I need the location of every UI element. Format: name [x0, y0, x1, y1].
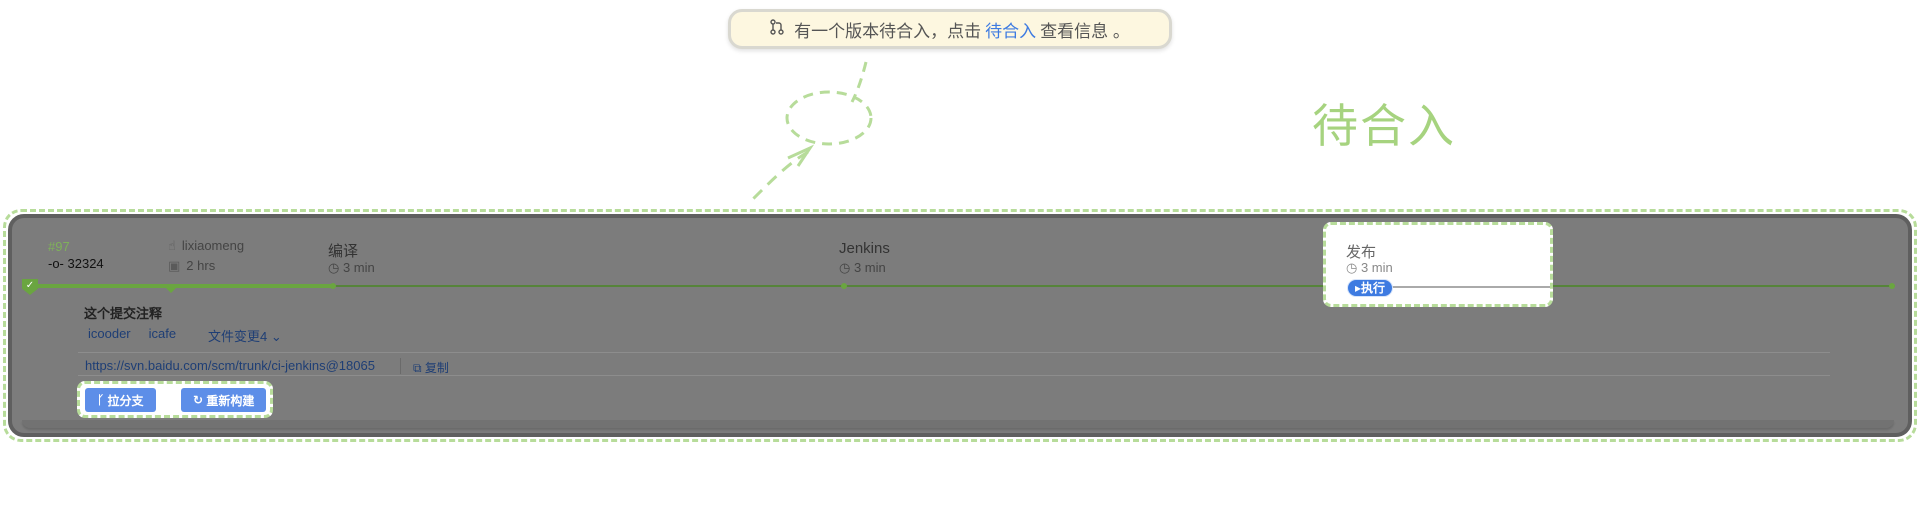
stage-publish-time: ◷ 3 min	[1346, 260, 1393, 275]
pipeline-card	[8, 214, 1912, 437]
stage-compile-name: 编译	[328, 243, 359, 260]
copy-button[interactable]: ⧉ 复制	[413, 359, 449, 376]
clock-icon: ◷	[1346, 260, 1361, 275]
pointer-caret-icon	[164, 286, 178, 293]
stage-jenkins-name: Jenkins	[839, 240, 890, 257]
pending-merge-link[interactable]: 待合入	[985, 17, 1036, 42]
files-changed-toggle[interactable]: 文件变更4 ⌄	[208, 326, 282, 345]
pending-merge-heading: 待合入	[1312, 99, 1456, 153]
calendar-icon: ▣	[168, 258, 181, 273]
refresh-icon: ↻	[193, 393, 207, 407]
divider	[400, 358, 401, 374]
clock-icon: ◷	[328, 260, 343, 275]
execute-button[interactable]: ▸执行	[1347, 279, 1394, 297]
branch-icon: ᚴ	[97, 393, 108, 407]
pending-track	[1390, 286, 1550, 288]
divider	[78, 352, 1830, 353]
chevron-down-icon: ⌄	[270, 329, 282, 344]
create-branch-button[interactable]: ᚴ 拉分支	[85, 388, 156, 412]
stage-dot	[841, 283, 847, 289]
tag[interactable]: icafe	[145, 326, 180, 341]
rebuild-button[interactable]: ↻ 重新构建	[181, 388, 267, 412]
divider	[78, 375, 1830, 376]
build-number[interactable]: #97	[48, 239, 70, 254]
commit-icon: -o-	[48, 256, 64, 271]
commit-message: 这个提交注释	[84, 306, 163, 321]
author: ☝ lixiaomeng	[168, 238, 245, 253]
svn-url-link[interactable]: https://svn.baidu.com/scm/trunk/ci-jenki…	[85, 358, 375, 373]
tag-list: icooder icafe	[84, 326, 180, 341]
copy-icon: ⧉	[413, 361, 425, 375]
notice-text-before: 有一个版本待合入，点击	[794, 21, 982, 41]
clock-icon: ◷	[839, 260, 854, 275]
pipeline-progress	[30, 284, 332, 288]
stage-compile-time: ◷ 3 min	[328, 260, 375, 275]
build-time: ▣ 2 hrs	[168, 258, 216, 273]
stage-dot	[330, 283, 336, 289]
tag[interactable]: icooder	[84, 326, 135, 341]
stage-dot	[1889, 283, 1895, 289]
user-icon: ☝	[168, 238, 176, 253]
merge-notice: 有一个版本待合入，点击 待合入 查看信息 。	[728, 9, 1172, 49]
notice-text-after: 查看信息 。	[1040, 21, 1130, 41]
card-footer-shadow	[22, 420, 1894, 428]
merge-request-icon	[770, 18, 784, 40]
commit-id: -o- 32324	[48, 256, 104, 271]
stage-jenkins-time: ◷ 3 min	[839, 260, 886, 275]
stage-publish-name: 发布	[1346, 244, 1377, 261]
